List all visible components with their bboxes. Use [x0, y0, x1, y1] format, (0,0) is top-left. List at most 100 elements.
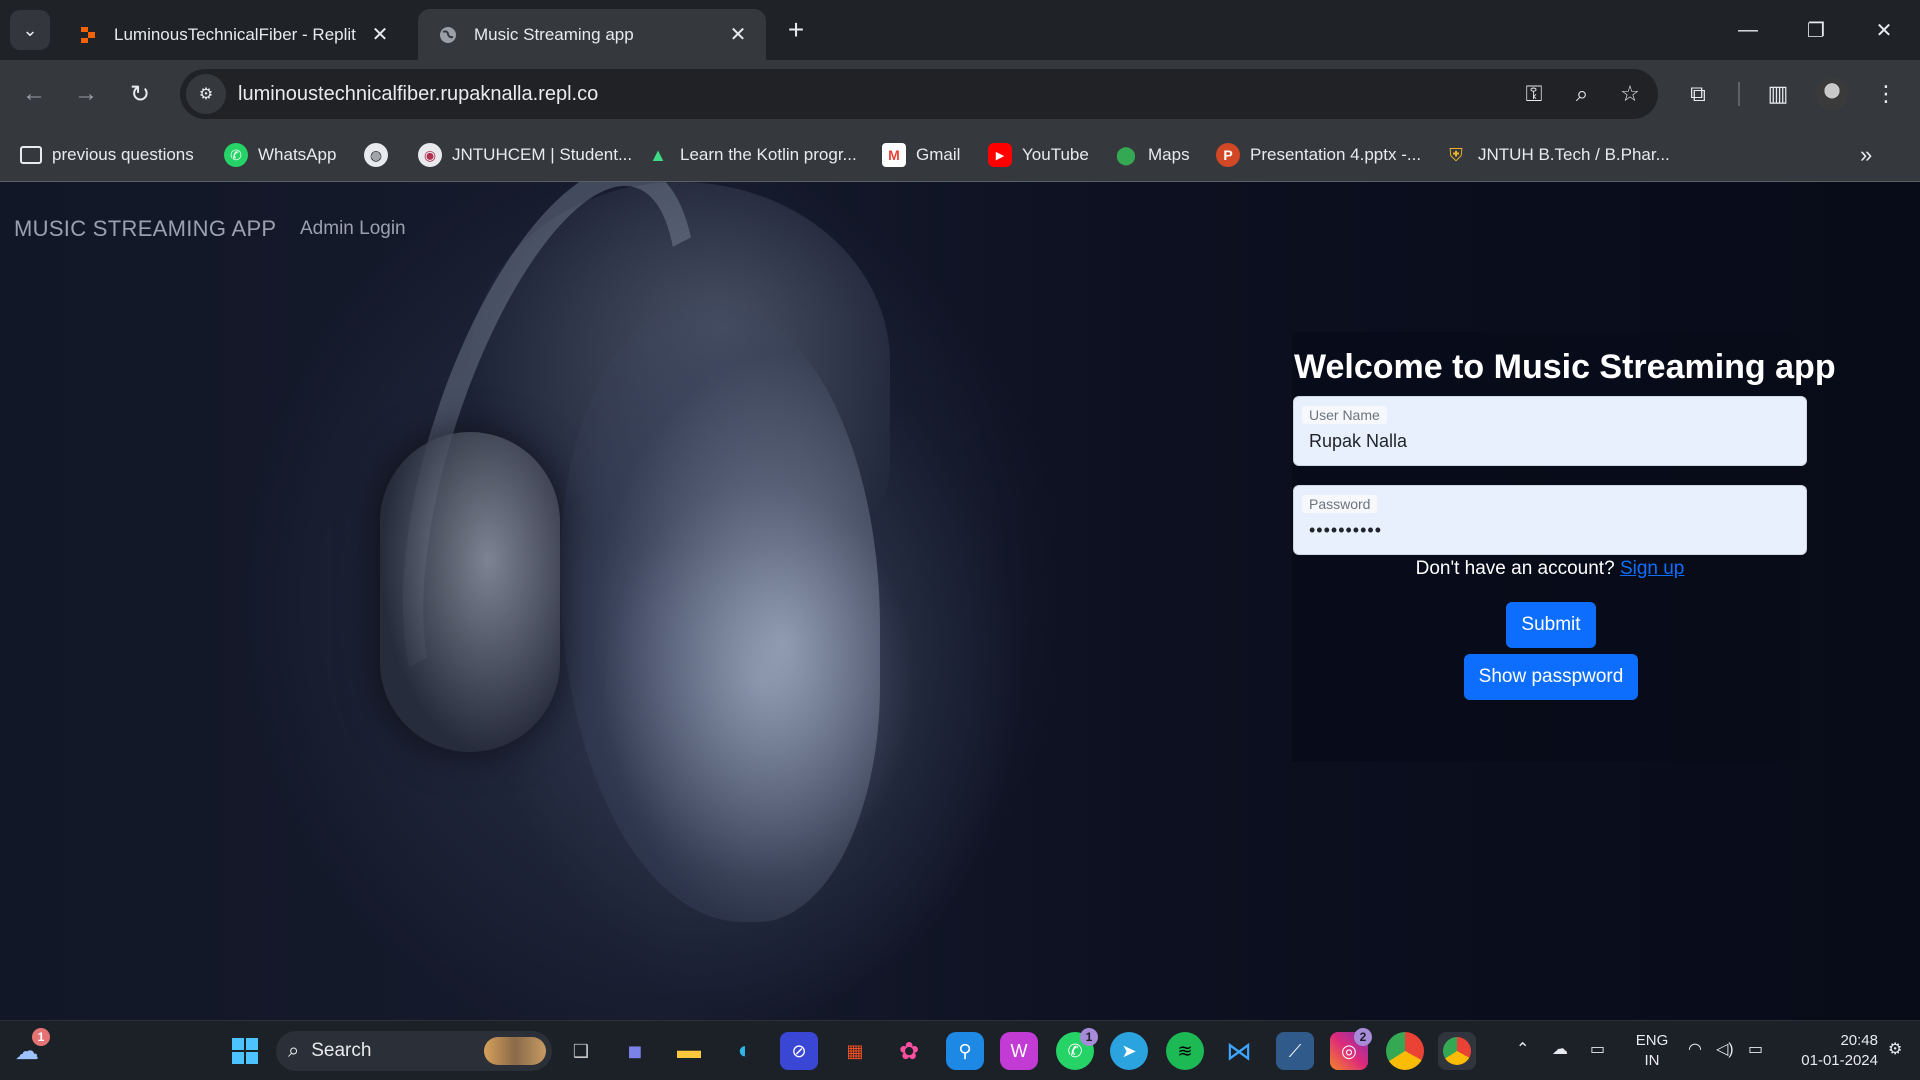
tab-music-streaming[interactable]: Music Streaming app ✕ [418, 9, 766, 60]
connect-app-icon[interactable]: ⚲ [946, 1032, 984, 1070]
app-brand[interactable]: MUSIC STREAMING APP [14, 216, 276, 242]
store-icon[interactable]: ▦ [836, 1032, 874, 1070]
teams-icon[interactable]: ◼ [616, 1032, 654, 1070]
tab-title: Music Streaming app [474, 24, 634, 44]
language-indicator[interactable]: ENG IN [1630, 1031, 1674, 1071]
onedrive-icon[interactable]: ☁ [1552, 1039, 1568, 1059]
bookmark-whatsapp[interactable]: ✆ WhatsApp [224, 140, 336, 170]
bookmark-label: Learn the Kotlin progr... [680, 145, 857, 164]
bookmark-label: Maps [1148, 145, 1190, 164]
whatsapp-icon: ✆ [224, 143, 248, 167]
vscode-icon[interactable]: ⋈ [1220, 1032, 1258, 1070]
close-icon[interactable]: ✕ [368, 23, 392, 47]
youtube-icon: ▶ [988, 143, 1012, 167]
forward-arrow-icon[interactable]: → [66, 74, 106, 114]
password-label: Password [1302, 495, 1378, 513]
bookmarks-overflow-icon[interactable]: » [1860, 140, 1872, 170]
bookmark-jntuh-btech[interactable]: ⛨ JNTUH B.Tech / B.Phar... [1444, 140, 1670, 170]
maps-icon: ⬤ [1115, 144, 1137, 165]
edge-icon[interactable]: ◐ [726, 1032, 764, 1070]
bookmark-label: Gmail [916, 145, 961, 164]
folder-icon [20, 146, 42, 164]
clock-time: 20:48 [1840, 1032, 1878, 1049]
tab-search-button[interactable]: ⌄ [10, 10, 50, 50]
clock-date: 01-01-2024 [1801, 1052, 1878, 1069]
instagram-badge: 2 [1354, 1028, 1372, 1046]
username-label: User Name [1302, 406, 1387, 424]
taskbar-search-label: Search [311, 1040, 372, 1061]
start-icon[interactable] [226, 1032, 264, 1070]
system-clock[interactable]: 20:48 01-01-2024 [1782, 1031, 1878, 1071]
bookmark-gmail[interactable]: M Gmail [882, 140, 960, 170]
login-title: Welcome to Music Streaming app [1294, 348, 1836, 386]
weather-icon[interactable]: ☁ 1 [8, 1028, 50, 1070]
url-text[interactable]: luminoustechnicalfiber.rupaknalla.repl.c… [238, 83, 1514, 106]
region-code: IN [1644, 1052, 1660, 1069]
task-view-icon[interactable]: ❑ [562, 1032, 600, 1070]
address-bar[interactable]: ⚙ luminoustechnicalfiber.rupaknalla.repl… [180, 69, 1658, 119]
tray-overflow-icon[interactable]: ⌃ [1516, 1039, 1529, 1059]
reload-icon[interactable]: ↻ [120, 74, 160, 114]
username-input[interactable] [1309, 431, 1789, 452]
whatsapp-badge: 1 [1080, 1028, 1098, 1046]
bookmark-kotlin[interactable]: ▲ Learn the Kotlin progr... [646, 140, 857, 170]
bookmark-label: YouTube [1022, 145, 1089, 164]
submit-button[interactable]: Submit [1506, 602, 1596, 648]
security-app-icon[interactable]: ⊘ [780, 1032, 818, 1070]
back-arrow-icon[interactable]: ← [14, 74, 54, 114]
password-input[interactable]: •••••••••• [1309, 520, 1789, 541]
tab-replit[interactable]: LuminousTechnicalFiber - Replit ✕ [58, 9, 408, 60]
bookmark-maps[interactable]: ⬤ Maps [1114, 140, 1190, 170]
spotify-icon[interactable]: ≋ [1166, 1032, 1204, 1070]
replit-icon [78, 25, 98, 45]
side-panel-icon[interactable]: ▥ [1758, 74, 1798, 114]
bookmark-label: WhatsApp [258, 145, 337, 164]
file-explorer-icon[interactable]: ▬ [670, 1032, 708, 1070]
restore-icon[interactable]: ❐ [1796, 14, 1836, 46]
zoom-icon[interactable]: ⌕ [1562, 74, 1602, 114]
chrome-profile-icon[interactable] [1386, 1032, 1424, 1070]
wifi-icon[interactable]: ◠ [1688, 1039, 1702, 1059]
close-icon[interactable]: ✕ [726, 23, 750, 47]
weather-badge: 1 [32, 1028, 50, 1046]
signup-link[interactable]: Sign up [1620, 558, 1684, 579]
username-field[interactable]: User Name [1293, 396, 1807, 466]
window-close-icon[interactable]: ✕ [1864, 14, 1904, 46]
jntuh-shield-icon: ⛨ [1449, 144, 1463, 165]
bookmark-previous-questions[interactable]: previous questions [20, 140, 194, 170]
show-password-button[interactable]: Show passpword [1464, 654, 1638, 700]
signup-prompt: Don't have an account? Sign up [1293, 558, 1807, 580]
new-tab-button[interactable]: + [780, 14, 812, 46]
bookmark-label: JNTUH B.Tech / B.Phar... [1478, 145, 1670, 164]
profile-avatar[interactable] [1816, 78, 1848, 110]
volume-icon[interactable]: ◁) [1716, 1039, 1734, 1059]
admin-login-link[interactable]: Admin Login [300, 218, 406, 240]
bookmark-label: previous questions [52, 145, 194, 164]
signup-prompt-text: Don't have an account? [1415, 558, 1615, 579]
bookmark-youtube[interactable]: ▶ YouTube [988, 140, 1089, 170]
windows-taskbar: ☁ 1 ⌕ Search ❑ ◼ ▬ ◐ ⊘ ▦ ✿ ⚲ W ✆ 1 ➤ ≋ ⋈ … [0, 1020, 1920, 1080]
chrome-active-icon[interactable] [1438, 1032, 1476, 1070]
minimize-icon[interactable]: — [1728, 14, 1768, 46]
password-field[interactable]: Password •••••••••• [1293, 485, 1807, 555]
extensions-icon[interactable]: ⧉ [1678, 74, 1718, 114]
menu-kebab-icon[interactable]: ⋮ [1866, 74, 1906, 114]
whatsapp-taskbar-icon[interactable]: ✆ 1 [1056, 1028, 1098, 1070]
key-icon[interactable]: ⚿ [1514, 74, 1554, 114]
flower-app-icon[interactable]: ✿ [890, 1032, 928, 1070]
bookmark-globe[interactable]: ◍ [364, 140, 398, 170]
star-icon[interactable]: ☆ [1610, 74, 1650, 114]
search-highlight-image [484, 1037, 546, 1065]
bookmark-jntuhcem[interactable]: ◉ JNTUHCEM | Student... [418, 140, 632, 170]
taskbar-search[interactable]: ⌕ Search [276, 1031, 552, 1071]
notification-icon[interactable]: ⚙ [1888, 1039, 1902, 1059]
tab-title: LuminousTechnicalFiber - Replit [114, 24, 356, 44]
battery-icon[interactable]: ▭ [1748, 1039, 1763, 1059]
wps-icon[interactable]: W [1000, 1032, 1038, 1070]
instagram-icon[interactable]: ◎ 2 [1330, 1028, 1372, 1070]
display-icon[interactable]: ▭ [1590, 1039, 1605, 1059]
telegram-icon[interactable]: ➤ [1110, 1032, 1148, 1070]
bookmark-presentation[interactable]: P Presentation 4.pptx -... [1216, 140, 1421, 170]
site-info-icon[interactable]: ⚙ [186, 74, 226, 114]
mysql-workbench-icon[interactable]: ⟋ [1276, 1032, 1314, 1070]
